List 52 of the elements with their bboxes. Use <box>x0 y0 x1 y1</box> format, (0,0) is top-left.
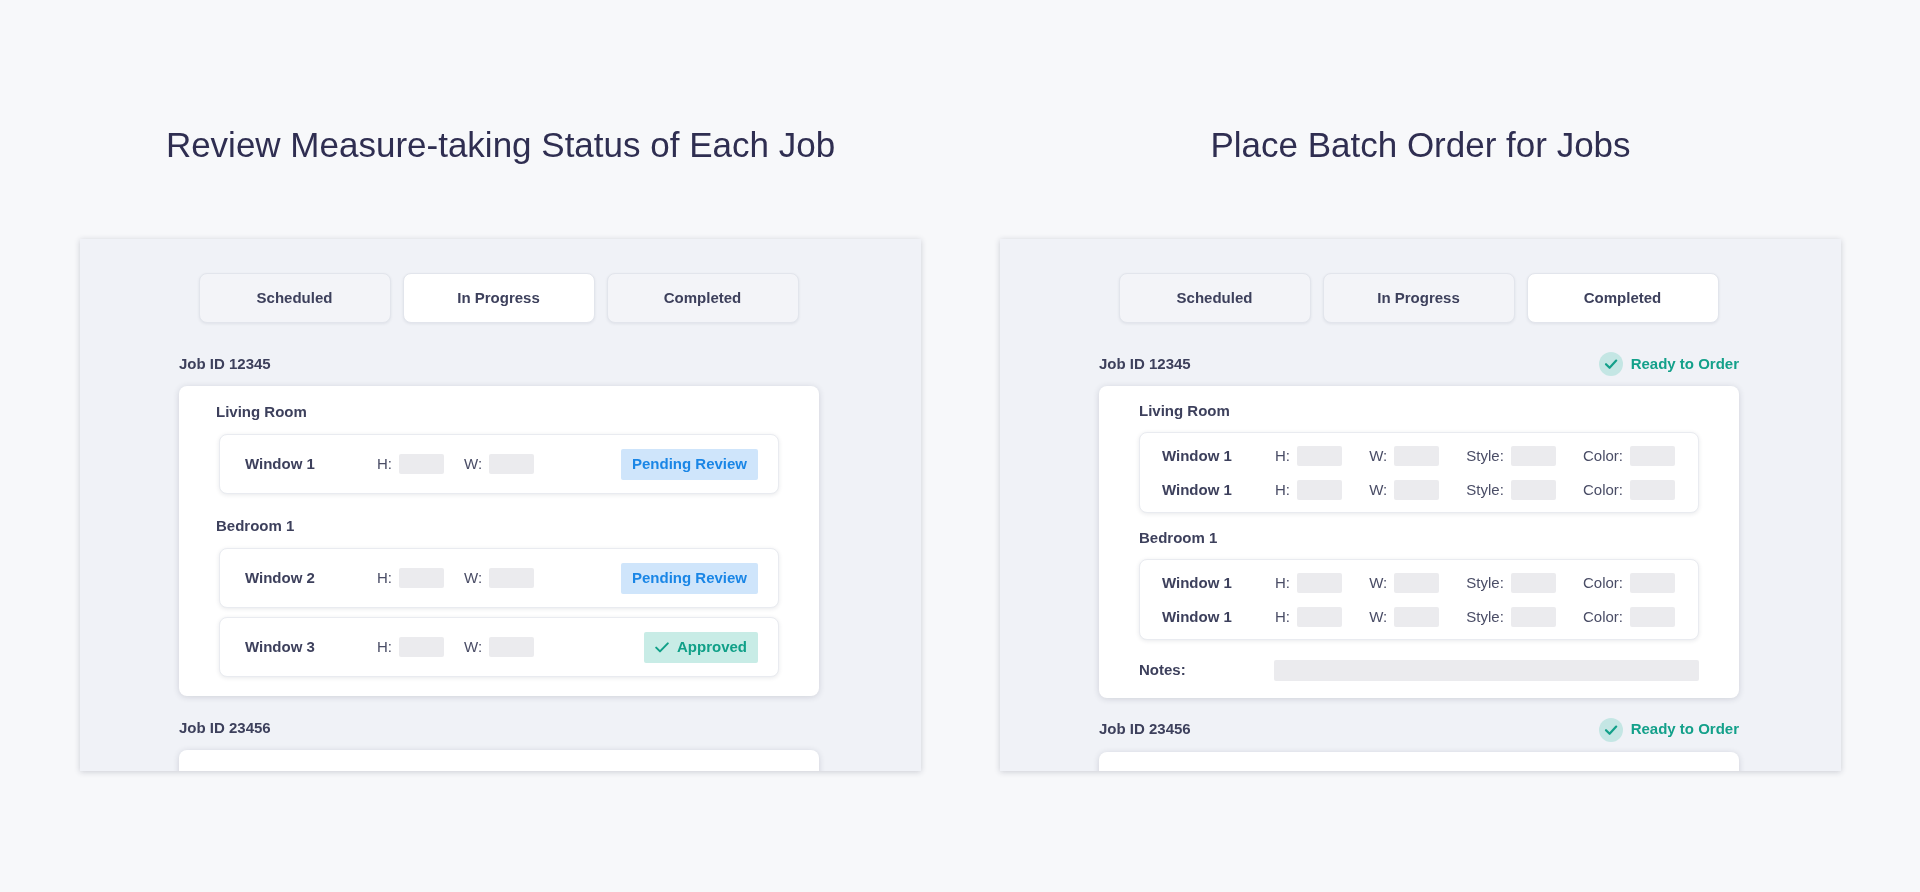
field-label: W: <box>464 567 483 588</box>
room-name: Bedroom 1 <box>216 516 296 536</box>
status-tab[interactable]: In Progress <box>1322 273 1515 323</box>
field-label: W: <box>1369 479 1388 500</box>
window-name: Window 1 <box>1162 572 1233 593</box>
section-title: Review Measure-taking Status of Each Job <box>164 124 837 166</box>
ready-status-label: Ready to Order <box>1630 719 1739 740</box>
window-name: Window 1 <box>1162 445 1233 466</box>
status-label: Approved <box>677 636 747 657</box>
room-name: Bedroom 1 <box>1139 528 1219 548</box>
check-icon <box>655 641 669 653</box>
notes-label: Notes: <box>1139 660 1187 680</box>
field-label: Style: <box>1466 479 1504 500</box>
field-label: Style: <box>1466 445 1504 466</box>
status-tab[interactable]: Completed <box>1526 273 1719 323</box>
window-name: Window 1 <box>245 453 316 474</box>
status-badge: Pending Review <box>620 562 758 594</box>
ready-status-label: Ready to Order <box>1630 353 1739 374</box>
status-tab[interactable]: Completed <box>606 273 799 323</box>
field-label: W: <box>1369 445 1388 466</box>
status-badge: Pending Review <box>620 448 758 480</box>
field-label: H: <box>1275 445 1290 466</box>
status-tab[interactable]: Scheduled <box>198 273 391 323</box>
room-name: Living Room <box>1139 401 1231 421</box>
job-id-label: Job ID 23456 <box>1099 719 1191 740</box>
room-name: Living Room <box>216 402 308 422</box>
field-label: Color: <box>1582 606 1623 627</box>
window-name: Window 3 <box>245 636 316 657</box>
field-label: W: <box>1369 606 1388 627</box>
field-label: Style: <box>1466 572 1504 593</box>
field-label: Color: <box>1582 445 1623 466</box>
field-label: Color: <box>1582 479 1623 500</box>
field-label: H: <box>1275 479 1290 500</box>
job-id-label: Job ID 12345 <box>179 353 271 374</box>
job-id-label: Job ID 12345 <box>1099 353 1191 374</box>
job-id-label: Job ID 23456 <box>179 717 271 738</box>
field-label: H: <box>377 567 392 588</box>
status-tab[interactable]: In Progress <box>402 273 595 323</box>
window-name: Window 1 <box>1162 606 1233 627</box>
field-label: W: <box>1369 572 1388 593</box>
field-label: H: <box>1275 606 1290 627</box>
field-label: H: <box>377 636 392 657</box>
field-label: H: <box>377 453 392 474</box>
window-name: Window 2 <box>245 567 316 588</box>
status-tab[interactable]: Scheduled <box>1118 273 1311 323</box>
section-title: Place Batch Order for Jobs <box>1209 124 1632 166</box>
field-label: H: <box>1275 572 1290 593</box>
field-label: Style: <box>1466 606 1504 627</box>
field-label: W: <box>464 453 483 474</box>
window-name: Window 1 <box>1162 479 1233 500</box>
field-label: Color: <box>1582 572 1623 593</box>
field-label: W: <box>464 636 483 657</box>
